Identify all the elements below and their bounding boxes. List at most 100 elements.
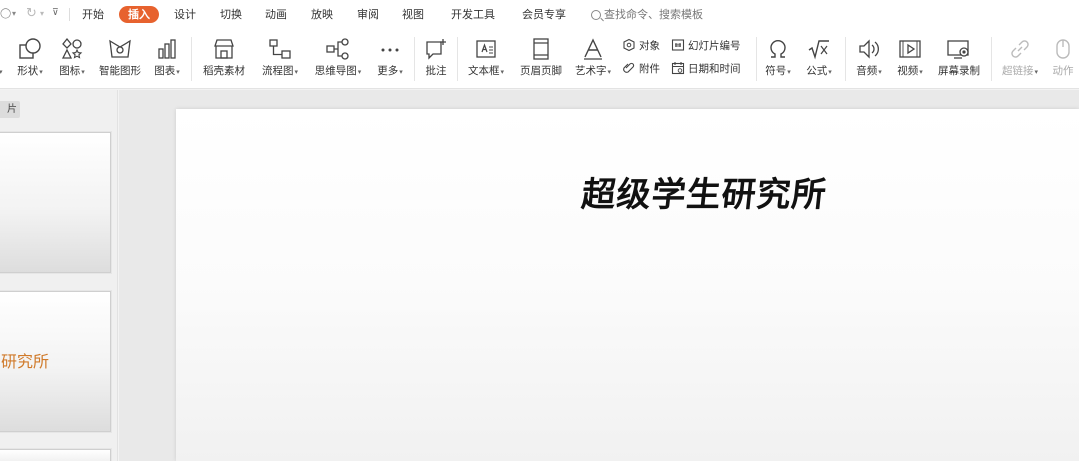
smartart-label: 智能图形 xyxy=(99,65,141,77)
comment-icon xyxy=(422,33,450,61)
tab-slideshow[interactable]: 放映 xyxy=(311,6,333,23)
chart-button[interactable]: 图表▾ xyxy=(150,33,184,79)
attachment-button[interactable]: 附件 xyxy=(622,60,660,76)
customize-toolbar-icon[interactable]: ⊽ xyxy=(52,8,59,18)
icons-icon xyxy=(55,33,89,61)
ribbon-separator xyxy=(756,37,757,81)
bar-chart-icon xyxy=(150,33,184,61)
ribbon-separator xyxy=(191,37,192,81)
action-label: 动作 xyxy=(1052,65,1074,77)
slide-thumbnail-2[interactable]: 研究所 xyxy=(0,291,111,432)
smartart-icon xyxy=(96,33,144,61)
material-label: 稻壳素材 xyxy=(203,65,245,77)
more-dots-icon xyxy=(373,33,407,61)
menu-separator xyxy=(69,8,70,21)
flowchart-button[interactable]: 流程图▾ xyxy=(258,33,302,79)
command-search[interactable]: 查找命令、搜索模板 xyxy=(591,6,703,23)
menu-bar: ◯ ▾ ↻ ▾ ⊽ 开始 插入 设计 切换 动画 放映 审阅 视图 开发工具 会… xyxy=(0,0,1079,29)
comment-button[interactable]: 批注 xyxy=(422,33,450,78)
date-time-label: 日期和时间 xyxy=(688,62,741,75)
prev-item-dropdown[interactable]: ▾ xyxy=(0,33,3,79)
shape-label: 形状 xyxy=(17,65,39,77)
formula-label: 公式 xyxy=(806,65,828,77)
tab-animation[interactable]: 动画 xyxy=(265,6,287,23)
object-label: 对象 xyxy=(639,39,660,52)
video-button[interactable]: 视频▾ xyxy=(893,33,927,79)
slide-thumbnail-1[interactable] xyxy=(0,132,111,273)
tab-insert[interactable]: 插入 xyxy=(119,6,159,23)
header-footer-button[interactable]: 页眉页脚 xyxy=(517,33,565,78)
undo-dropdown-arrow-icon[interactable]: ▾ xyxy=(12,9,16,18)
slide-canvas: 超级学生研究所 xyxy=(119,90,1079,461)
speaker-icon xyxy=(852,33,886,61)
slide-number-button[interactable]: 幻灯片编号 xyxy=(671,37,741,53)
tab-view[interactable]: 视图 xyxy=(402,6,424,23)
thumbnail-title-text: 研究所 xyxy=(1,352,50,371)
symbol-label: 符号 xyxy=(765,65,787,77)
date-time-button[interactable]: 日期和时间 xyxy=(671,60,741,76)
wordart-button[interactable]: 艺术字▾ xyxy=(571,33,615,79)
ribbon-separator xyxy=(845,37,846,81)
redo-dropdown-arrow-icon[interactable]: ▾ xyxy=(40,9,44,18)
shape-button[interactable]: 形状▾ xyxy=(13,33,47,79)
tab-member-exclusive[interactable]: 会员专享 xyxy=(522,6,566,23)
search-placeholder: 查找命令、搜索模板 xyxy=(604,8,703,21)
current-slide[interactable]: 超级学生研究所 xyxy=(176,109,1079,461)
tab-design[interactable]: 设计 xyxy=(174,6,196,23)
smartart-button[interactable]: 智能图形 xyxy=(96,33,144,78)
textbox-label: 文本框 xyxy=(467,65,500,77)
formula-button[interactable]: 公式▾ xyxy=(803,33,835,79)
audio-label: 音频 xyxy=(856,65,878,77)
tab-review[interactable]: 审阅 xyxy=(357,6,379,23)
more-button[interactable]: 更多▾ xyxy=(373,33,407,79)
attachment-label: 附件 xyxy=(639,62,660,75)
mindmap-button[interactable]: 思维导图▾ xyxy=(310,33,366,79)
slide-number-label: 幻灯片编号 xyxy=(688,39,741,52)
video-label: 视频 xyxy=(897,65,919,77)
link-icon xyxy=(998,33,1042,61)
slide-title-text[interactable]: 超级学生研究所 xyxy=(579,167,829,216)
slide-thumbnail-panel: 片 研究所 xyxy=(0,90,118,461)
flowchart-icon xyxy=(258,33,302,61)
slide-thumbnail-3[interactable] xyxy=(0,449,111,461)
ribbon-separator xyxy=(457,37,458,81)
paperclip-icon xyxy=(623,62,635,73)
symbol-button[interactable]: 符号▾ xyxy=(762,33,794,79)
insert-ribbon: ▾ 形状▾ 图标▾ 智能图形 图表▾ 稻壳素材 流程图▾ 思维导图▾ 更多▾ 批… xyxy=(0,29,1079,89)
action-button[interactable]: 动作 xyxy=(1049,33,1077,78)
audio-button[interactable]: 音频▾ xyxy=(852,33,886,79)
icon-label: 图标 xyxy=(59,65,81,77)
textbox-icon xyxy=(464,33,508,61)
header-footer-icon xyxy=(517,33,565,61)
header-footer-label: 页眉页脚 xyxy=(520,65,562,77)
video-icon xyxy=(893,33,927,61)
formula-sqrt-icon xyxy=(803,33,835,61)
material-store-icon xyxy=(200,33,248,61)
slide-number-icon xyxy=(671,39,685,51)
chart-label: 图表 xyxy=(154,65,176,77)
hyperlink-button[interactable]: 超链接▾ xyxy=(998,33,1042,79)
wordart-icon xyxy=(571,33,615,61)
comment-label: 批注 xyxy=(425,65,447,77)
tab-transition[interactable]: 切换 xyxy=(220,6,242,23)
search-icon xyxy=(591,9,601,20)
mouse-icon xyxy=(1049,33,1077,61)
screen-record-icon xyxy=(934,33,984,61)
mindmap-label: 思维导图 xyxy=(314,65,357,77)
ribbon-separator xyxy=(991,37,992,81)
tab-developer-tools[interactable]: 开发工具 xyxy=(451,6,495,23)
object-icon xyxy=(623,38,635,52)
icon-button[interactable]: 图标▾ xyxy=(55,33,89,79)
textbox-button[interactable]: 文本框▾ xyxy=(464,33,508,79)
flowchart-label: 流程图 xyxy=(261,65,294,77)
ribbon-separator xyxy=(414,37,415,81)
object-button[interactable]: 对象 xyxy=(622,37,660,53)
slides-tab[interactable]: 片 xyxy=(0,101,20,118)
docer-material-button[interactable]: 稻壳素材 xyxy=(200,33,248,78)
wordart-label: 艺术字 xyxy=(574,65,607,77)
redo-icon[interactable]: ↻ xyxy=(26,6,37,21)
screen-record-button[interactable]: 屏幕录制 xyxy=(934,33,984,78)
tab-home[interactable]: 开始 xyxy=(82,6,104,23)
omega-icon xyxy=(762,33,794,61)
undo-dropdown-icon[interactable]: ◯ xyxy=(0,8,11,19)
